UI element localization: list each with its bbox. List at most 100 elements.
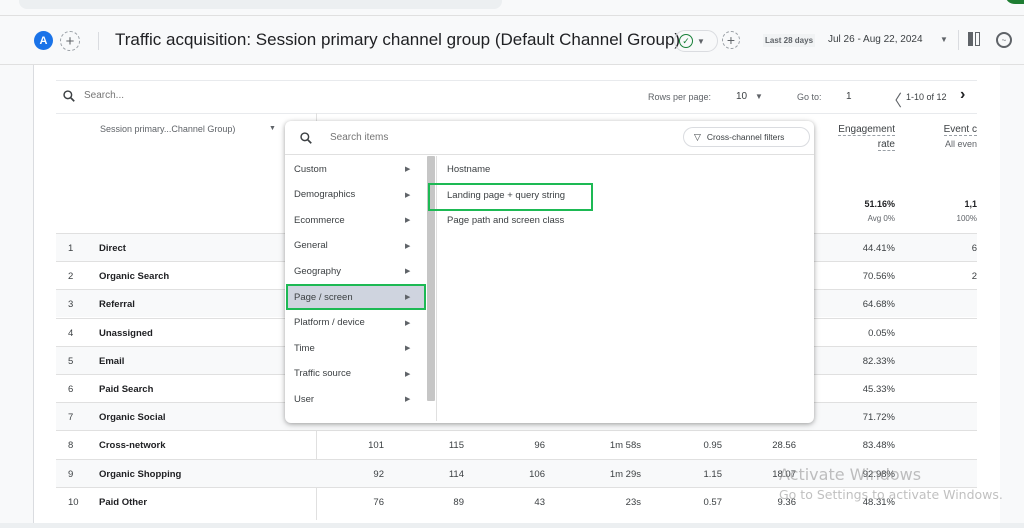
chevron-right-icon: ▶ (405, 345, 411, 353)
date-range-picker[interactable]: Jul 26 - Aug 22, 2024 (828, 34, 923, 45)
next-page-button[interactable]: › (960, 86, 965, 104)
page-title: Traffic acquisition: Session primary cha… (115, 30, 681, 49)
sessions-cell: 114 (448, 468, 464, 480)
table-search-input[interactable] (84, 90, 384, 101)
filter-icon: ▽ (694, 131, 701, 142)
add-comparison-icon[interactable]: + (60, 31, 80, 51)
engagement-rate-cell: 0.05% (868, 327, 895, 339)
dimension-item[interactable]: Hostname (447, 164, 490, 175)
chevron-down-icon: ▼ (697, 36, 705, 46)
chevron-right-icon: ▶ (405, 242, 411, 250)
chevron-down-icon[interactable]: ▼ (755, 92, 763, 101)
cross-channel-filters-button[interactable]: ▽ Cross-channel filters (683, 127, 810, 147)
dimension-item[interactable]: Page path and screen class (447, 215, 564, 226)
row-index: 8 (68, 440, 74, 452)
rows-per-page-select[interactable]: 10 (736, 91, 747, 102)
header-label: All even (944, 139, 977, 149)
divider (56, 113, 977, 114)
table-row[interactable]: 8 Cross-network 101 115 96 1m 58s 0.95 28.56 83.… (56, 430, 977, 458)
category-label: Demographics (294, 189, 356, 201)
status-check-icon: ✓ (679, 34, 693, 48)
engagement-rate-cell: 83.48% (862, 440, 895, 452)
search-icon (63, 90, 75, 102)
chevron-right-icon: ▶ (405, 319, 411, 327)
chevron-right-icon: ▶ (405, 166, 411, 173)
channel-name: Organic Search (99, 271, 170, 283)
users-cell: 92 (373, 468, 384, 480)
avg-engagement-rate: Avg 0% (867, 214, 895, 223)
chevron-right-icon: ▶ (405, 294, 411, 301)
category-item[interactable]: Ecommerce ▶ (287, 208, 425, 232)
right-panel (1000, 65, 1024, 528)
goto-label: Go to: (797, 92, 822, 102)
button-label: Cross-channel filters (706, 132, 785, 142)
category-item[interactable]: Custom ▶ (287, 157, 425, 181)
row-index: 9 (68, 468, 74, 480)
engaged-sessions-cell: 96 (534, 440, 545, 452)
header-label: Event c (943, 124, 977, 136)
chevron-down-icon[interactable]: ▼ (269, 125, 276, 132)
category-item[interactable]: Traffic source ▶ (287, 362, 425, 386)
engaged-sessions-cell: 106 (529, 468, 545, 480)
bottom-bar (0, 523, 1024, 528)
channel-name: Organic Shopping (99, 468, 182, 480)
comparison-avatar[interactable]: A (34, 31, 53, 50)
category-item[interactable]: General ▶ (287, 234, 425, 258)
event-count-cell: 2 (971, 271, 977, 283)
row-index: 1 (68, 243, 74, 254)
category-item[interactable]: Platform / device ▶ (287, 311, 425, 335)
column-header-engagement-rate[interactable]: Engagement rate (816, 122, 895, 152)
engagement-rate-cell: 64.68% (862, 299, 895, 311)
compare-icon[interactable] (968, 32, 980, 46)
channel-name: Email (99, 355, 125, 367)
channel-name: Organic Social (99, 412, 166, 424)
engagement-rate-cell: 82.33% (862, 355, 895, 367)
category-item[interactable]: Page / screen ▶ (286, 284, 426, 310)
avg-engagement-time-cell: 23s (625, 496, 641, 508)
row-index: 6 (68, 384, 74, 395)
category-item[interactable]: Demographics ▶ (287, 183, 425, 207)
header-label: Engagement (838, 124, 895, 136)
category-label: Traffic source (294, 368, 352, 380)
avg-engagement-time-cell: 1m 58s (609, 440, 641, 452)
add-icon[interactable]: + (722, 31, 740, 49)
category-item[interactable]: User ▶ (287, 387, 425, 411)
date-preset-label[interactable]: Last 28 days (763, 34, 816, 47)
divider (958, 30, 959, 50)
category-label: Page / screen (294, 291, 353, 303)
engaged-sessions-per-user-cell: 0.57 (703, 496, 723, 508)
goto-page-input[interactable]: 1 (846, 91, 852, 102)
row-index: 2 (68, 271, 74, 283)
search-items-input[interactable] (330, 132, 530, 143)
total-engagement-rate: 51.16% (864, 199, 895, 209)
avg-engagement-time-cell: 1m 29s (609, 468, 641, 480)
divider (33, 65, 34, 523)
engaged-sessions-per-user-cell: 0.95 (703, 440, 723, 452)
dimension-column-header[interactable]: Session primary...Channel Group) (100, 124, 235, 134)
chevron-right-icon: ▶ (405, 217, 411, 225)
status-dropdown[interactable]: ✓ ▼ (674, 30, 718, 52)
chevron-down-icon[interactable]: ▼ (940, 35, 948, 44)
previous-page-button[interactable]: 〈 (886, 87, 902, 111)
global-search-bar[interactable] (19, 0, 502, 9)
table-toolbar: Rows per page: 10 ▼ Go to: 1 〈 1-10 of 1… (56, 81, 977, 113)
column-header-event-count[interactable]: Event c All even (922, 122, 977, 152)
event-count-cell: 6 (971, 243, 977, 254)
events-per-session-cell: 28.56 (772, 440, 796, 452)
category-label: User (294, 393, 315, 405)
sessions-cell: 115 (448, 440, 464, 452)
dimension-picker-dropdown: ▽ Cross-channel filters Custom▶Demograph… (285, 121, 814, 423)
account-avatar[interactable] (1006, 0, 1024, 4)
chevron-right-icon: ▶ (405, 370, 411, 378)
row-index: 4 (68, 327, 74, 339)
channel-name: Cross-network (99, 440, 166, 452)
rows-per-page-label: Rows per page: (648, 92, 712, 102)
users-cell: 101 (368, 440, 384, 452)
chevron-right-icon: ▶ (405, 396, 411, 404)
divider (98, 32, 99, 50)
category-item[interactable]: Time ▶ (287, 336, 425, 360)
category-label: Ecommerce (294, 214, 345, 226)
insights-icon[interactable]: ~ (996, 32, 1012, 48)
category-item[interactable]: Geography ▶ (287, 259, 425, 283)
row-index: 7 (68, 412, 74, 424)
